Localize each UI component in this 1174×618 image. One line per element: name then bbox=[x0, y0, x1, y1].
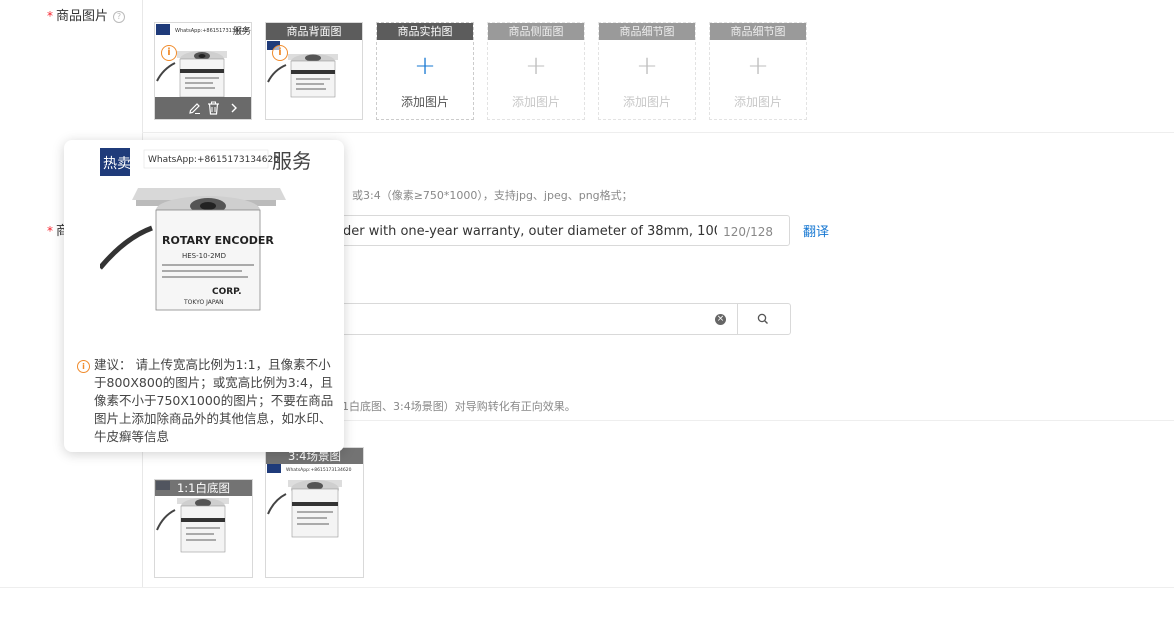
product-images-label: * 商品图片? bbox=[47, 5, 126, 24]
plus-icon[interactable]: + bbox=[710, 53, 806, 79]
add-image-text[interactable]: 添加图片 bbox=[488, 93, 584, 110]
marketing-image-hint: 1白底图、3:4场景图）对导购转化有正向效果。 bbox=[342, 400, 576, 413]
info-icon[interactable]: i bbox=[161, 45, 177, 61]
title-input[interactable]: der with one-year warranty, outer diamet… bbox=[300, 215, 790, 246]
clear-icon[interactable]: × bbox=[715, 314, 726, 325]
image-actions-bar bbox=[155, 97, 251, 119]
chevron-right-icon[interactable] bbox=[230, 102, 238, 114]
encoder-label: ROTARY ENCODER bbox=[162, 234, 274, 247]
image-format-hint: 或3:4（像素≥750*1000），支持jpg、jpeg、png格式； bbox=[352, 189, 633, 202]
translate-link[interactable]: 翻译 bbox=[803, 221, 829, 240]
slot-title: 商品背面图 bbox=[266, 23, 362, 40]
char-counter: 120/128 bbox=[717, 225, 773, 239]
slot-title: 商品侧面图 bbox=[488, 23, 584, 40]
search-button[interactable] bbox=[737, 304, 792, 334]
image-ratio-label: 1:1白底图 bbox=[155, 480, 252, 496]
main-image-slot[interactable]: WhatsApp:+8615173134620 服务 i bbox=[154, 22, 252, 120]
encoder-model: HES-10-2MD bbox=[182, 252, 226, 260]
edit-icon[interactable] bbox=[188, 102, 201, 115]
search-icon bbox=[757, 313, 768, 324]
slot-title: 商品细节图 bbox=[599, 23, 695, 40]
image-suggestion-tooltip: 热卖 WhatsApp:+8615173134620 服务 ROTARY ENC… bbox=[64, 140, 344, 452]
title-input-value: der with one-year warranty, outer diamet… bbox=[343, 224, 742, 239]
encoder-corp: CORP. bbox=[212, 287, 242, 297]
delete-icon[interactable] bbox=[207, 101, 220, 115]
scene-image-slot[interactable]: WhatsApp:+8615173134620 3:4场景图 bbox=[265, 447, 364, 578]
plus-icon[interactable]: + bbox=[599, 53, 695, 79]
plus-icon[interactable]: + bbox=[488, 53, 584, 79]
warning-info-icon: i bbox=[77, 360, 90, 373]
tooltip-text: 建议： 请上传宽高比例为1:1，且像素不小于800X800的图片；或宽高比例为3… bbox=[94, 357, 334, 444]
slot-title: 商品细节图 bbox=[710, 23, 806, 40]
search-input[interactable]: × bbox=[300, 303, 791, 335]
bottom-divider bbox=[0, 587, 1174, 588]
help-icon[interactable]: ? bbox=[113, 11, 126, 23]
detail-image-slot[interactable]: 商品细节图 + 添加图片 bbox=[709, 22, 807, 120]
add-image-text[interactable]: 添加图片 bbox=[710, 93, 806, 110]
svg-text:WhatsApp:+8615173134620: WhatsApp:+8615173134620 bbox=[286, 467, 352, 473]
add-image-text[interactable]: 添加图片 bbox=[377, 93, 473, 110]
detail-image-slot[interactable]: 商品细节图 + 添加图片 bbox=[598, 22, 696, 120]
slot-title: 商品实拍图 bbox=[377, 23, 473, 40]
product-thumbnail: WhatsApp:+8615173134620 bbox=[267, 464, 352, 538]
real-photo-slot[interactable]: 商品实拍图 + 添加图片 bbox=[376, 22, 474, 120]
watermark-brand-text: 服务 bbox=[272, 149, 310, 173]
encoder-country: TOKYO JAPAN bbox=[183, 299, 224, 306]
watermark-hot-text: 热卖 bbox=[103, 156, 131, 172]
add-image-text[interactable]: 添加图片 bbox=[599, 93, 695, 110]
tooltip-product-image: 热卖 WhatsApp:+8615173134620 服务 ROTARY ENC… bbox=[100, 148, 310, 311]
svg-text:服务: 服务 bbox=[233, 25, 251, 37]
back-image-slot[interactable]: 商品背面图 i bbox=[265, 22, 363, 120]
side-image-slot[interactable]: 商品侧面图 + 添加图片 bbox=[487, 22, 585, 120]
watermark-text: WhatsApp:+8615173134620 bbox=[148, 155, 279, 165]
plus-icon[interactable]: + bbox=[377, 53, 473, 79]
section-divider bbox=[142, 132, 1174, 133]
white-bg-image-slot[interactable]: 1:1白底图 bbox=[154, 479, 253, 578]
info-icon[interactable]: i bbox=[272, 45, 288, 61]
